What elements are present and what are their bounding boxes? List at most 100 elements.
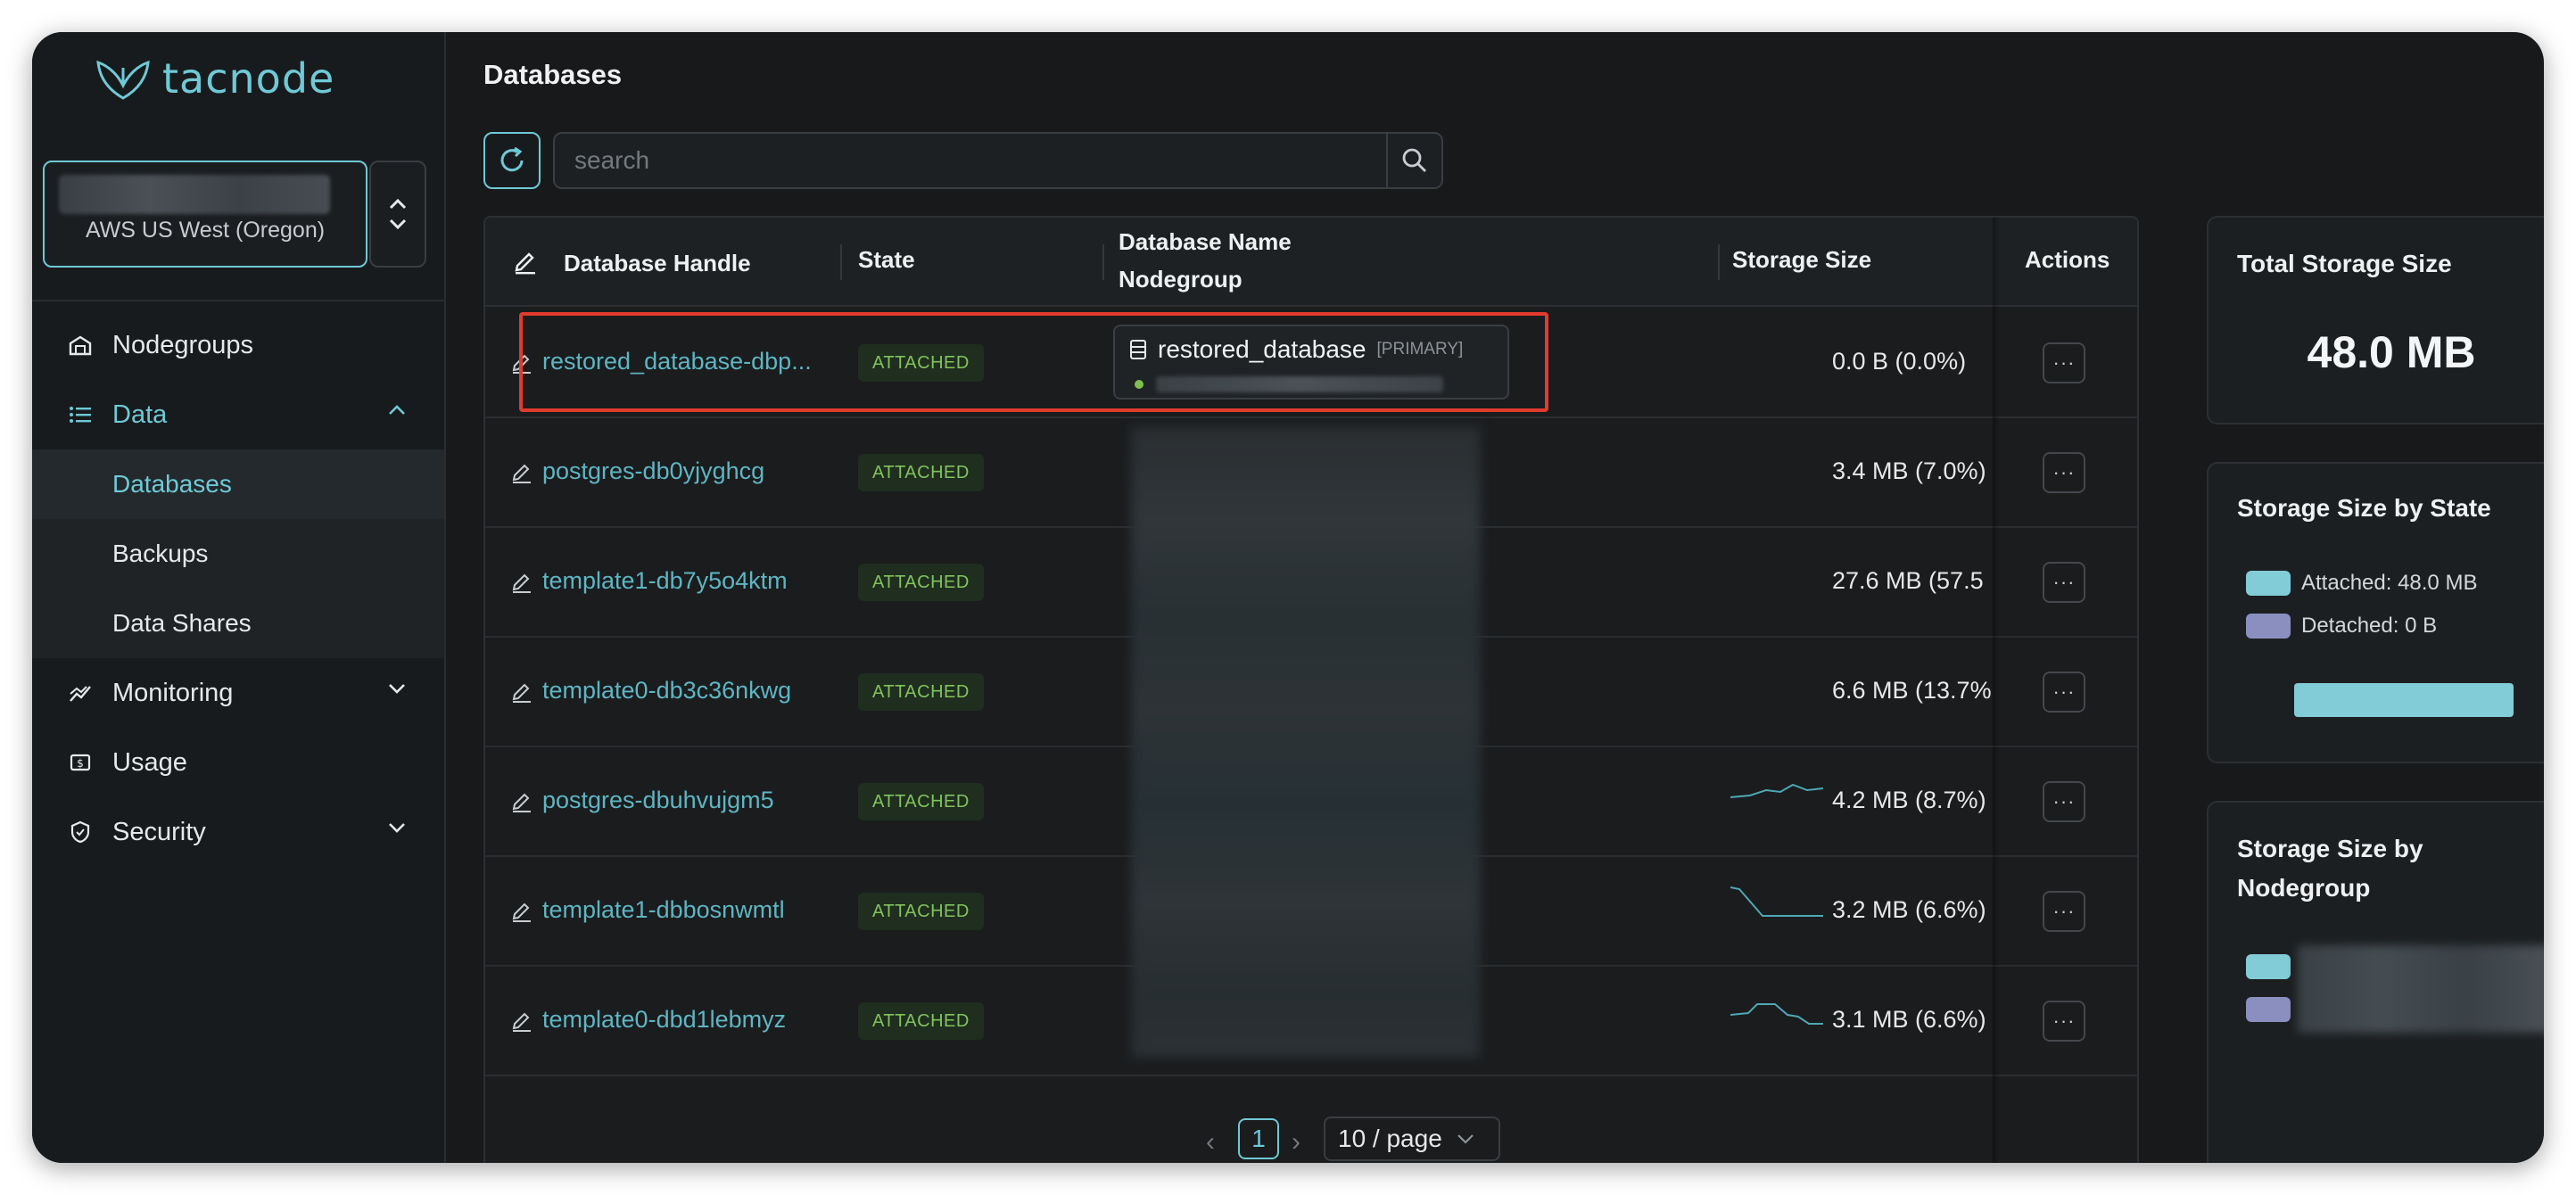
storage-size: 3.2 MB (6.6%) [1832,896,1986,923]
nodegroup-legend-redacted [2298,945,2544,1033]
total-storage-panel: Total Storage Size 48.0 MB [2207,216,2544,424]
pagination: ‹ 1 › 10 / page [485,1115,2137,1163]
storage-by-state-panel: Storage Size by State Attached: 48.0 MB … [2207,462,2544,763]
legend-detached: Detached: 0 B [2246,614,2437,639]
data-subnav: Databases Backups Data Shares [32,449,444,658]
search-input[interactable] [555,134,1384,187]
attached-bar [2294,683,2514,717]
row-actions-button[interactable]: ··· [2043,781,2085,822]
row-actions-button[interactable]: ··· [2043,1001,2085,1042]
app-window: tacnode AWS US West (Oregon) Nodegroups [32,32,2544,1163]
region-switch-button[interactable] [369,161,426,268]
legend-attached: Attached: 48.0 MB [2246,571,2477,596]
sidebar-item-security[interactable]: Security [32,797,444,867]
database-handle-link[interactable]: postgres-db0yjyghcg [510,457,764,485]
legend-swatch [2246,997,2291,1022]
database-name-redacted [1131,426,1481,1058]
search-button[interactable] [1386,134,1441,187]
chevron-up-icon [389,405,405,415]
status-badge: ATTACHED [858,673,984,711]
region-selector[interactable]: AWS US West (Oregon) [43,161,367,268]
sidebar-item-databases[interactable]: Databases [32,449,444,519]
search-icon [1402,148,1426,172]
sidebar-item-monitoring[interactable]: Monitoring [32,658,444,728]
sidebar-item-label: Usage [112,747,187,777]
database-handle-link[interactable]: template0-dbd1lebmyz [510,1006,786,1034]
status-badge: ATTACHED [858,783,984,820]
storage-sparkline [1730,886,1823,917]
edit-icon [512,464,531,483]
panel-title-line2: Nodegroup [2237,874,2371,902]
search-box [553,132,1443,189]
edit-icon [515,252,535,275]
column-header-handle[interactable]: Database Handle [564,250,751,277]
storage-size: 3.4 MB (7.0%) [1832,457,1986,484]
row-actions-button[interactable]: ··· [2043,562,2085,603]
edit-icon [512,573,531,593]
legend-swatch [2246,954,2291,979]
region-label: AWS US West (Oregon) [85,218,326,243]
storage-sparkline [1730,1003,1823,1025]
refresh-icon [500,146,524,172]
status-badge: ATTACHED [858,454,984,491]
column-header-state[interactable]: State [858,246,915,274]
chevron-down-icon [389,684,405,694]
sidebar-item-data[interactable]: Data [32,380,444,449]
legend-nodegroup-1 [2246,954,2291,979]
column-header-actions: Actions [2025,246,2110,273]
edit-icon [512,793,531,812]
edit-icon [512,683,531,703]
column-header-storage-size[interactable]: Storage Size [1732,246,1871,274]
pagination-next[interactable]: › [1292,1127,1300,1158]
page-size-select[interactable]: 10 / page [1324,1117,1500,1161]
row-actions-button[interactable]: ··· [2043,672,2085,713]
panel-title: Total Storage Size [2237,250,2452,277]
storage-size: 3.1 MB (6.6%) [1832,1006,1986,1033]
billing-icon: $ [68,750,93,775]
panel-title: Storage Size by [2237,835,2423,862]
storage-size: 0.0 B (0.0%) [1832,348,1967,375]
logo-text: tacnode [162,54,335,103]
row-actions-button[interactable]: ··· [2043,891,2085,932]
sidebar-item-label: Monitoring [112,678,234,707]
page-size-value: 10 / page [1338,1125,1442,1152]
edit-icon [512,1012,531,1032]
sidebar-item-usage[interactable]: $ Usage [32,728,444,797]
pagination-prev[interactable]: ‹ [1206,1127,1215,1158]
storage-by-nodegroup-panel: Storage Size by Nodegroup [2207,801,2544,1163]
total-storage-value: 48.0 MB [2307,327,2476,377]
database-handle-link[interactable]: template1-dbbosnwmtl [510,896,785,924]
legend-swatch [2246,571,2291,596]
sidebar: tacnode AWS US West (Oregon) Nodegroups [32,32,446,1163]
legend-swatch [2246,614,2291,639]
edit-icon [512,902,531,922]
sidebar-item-backups[interactable]: Backups [32,519,444,589]
account-name-redacted [59,175,330,214]
row-actions-button[interactable]: ··· [2043,452,2085,493]
chevron-down-icon [1457,1134,1474,1144]
fixed-column-shadow [1993,218,2000,1163]
sidebar-item-nodegroups[interactable]: Nodegroups [32,310,444,380]
row-actions-button[interactable]: ··· [2043,342,2085,383]
refresh-button[interactable] [483,132,541,189]
storage-size: 4.2 MB (8.7%) [1832,787,1986,813]
table-header: Database Handle State Database Name Node… [485,218,2137,307]
chevron-up-down-icon [389,198,407,230]
database-handle-link[interactable]: template1-db7y5o4ktm [510,567,788,595]
database-handle-link[interactable]: postgres-dbuhvujgm5 [510,787,774,814]
column-header-nodegroup[interactable]: Nodegroup [1119,266,1243,293]
status-badge: ATTACHED [858,564,984,601]
sidebar-item-data-shares[interactable]: Data Shares [32,589,444,658]
logo-icon [96,60,150,100]
column-header-database-name[interactable]: Database Name [1119,228,1292,256]
warehouse-icon [68,333,93,358]
storage-sparkline [1730,783,1823,798]
sidebar-divider [32,300,444,301]
status-badge: ATTACHED [858,893,984,930]
logo[interactable]: tacnode [93,52,334,105]
database-handle-link[interactable]: template0-db3c36nkwg [510,677,791,705]
status-badge: ATTACHED [858,1002,984,1040]
legend-nodegroup-2 [2246,997,2291,1022]
sidebar-item-label: Security [112,817,206,846]
pagination-page-1[interactable]: 1 [1238,1118,1279,1159]
